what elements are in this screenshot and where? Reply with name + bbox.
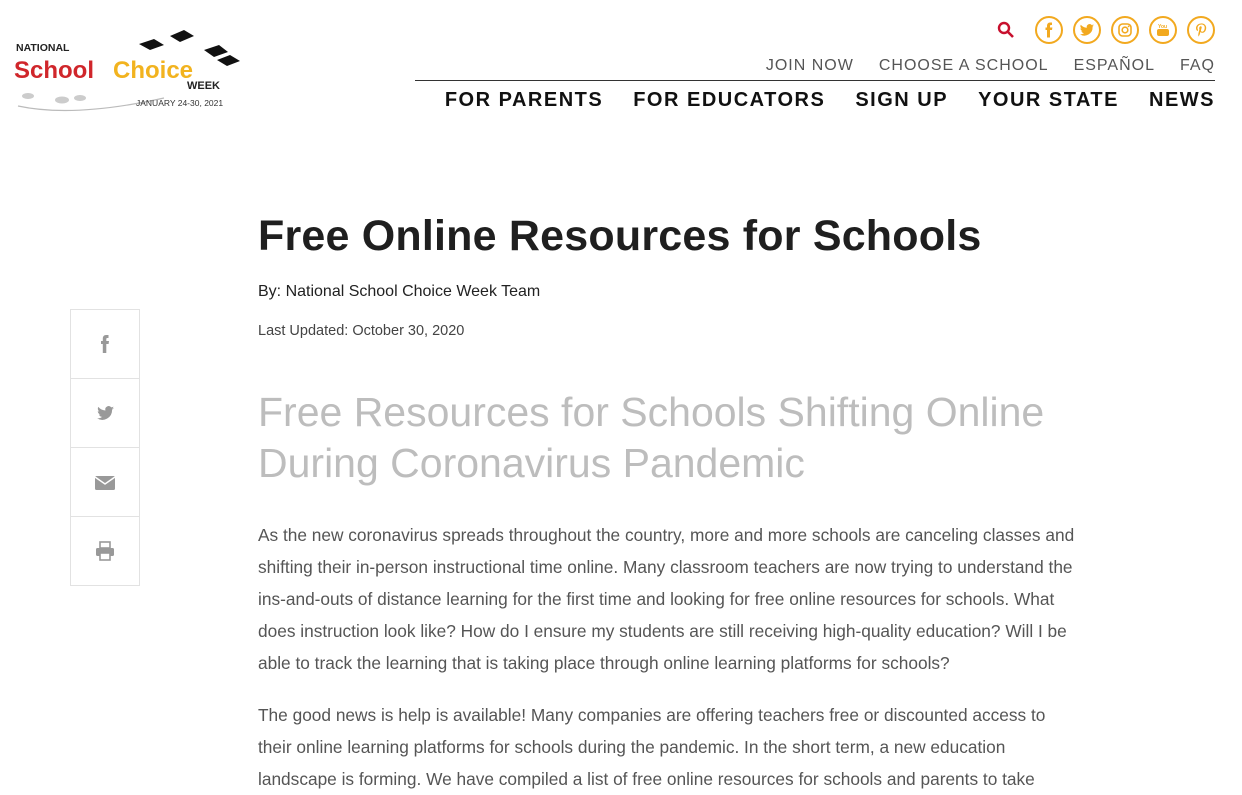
email-icon xyxy=(94,476,116,490)
nav-your-state[interactable]: YOUR STATE xyxy=(978,89,1119,112)
social-links: You xyxy=(997,16,1215,44)
svg-text:JANUARY 24-30, 2021: JANUARY 24-30, 2021 xyxy=(136,98,223,108)
twitter-icon[interactable] xyxy=(1073,16,1101,44)
last-updated: Last Updated: October 30, 2020 xyxy=(258,323,465,339)
page-title: Free Online Resources for Schools xyxy=(258,212,982,260)
share-facebook-button[interactable] xyxy=(70,309,140,379)
article-subtitle: Free Resources for Schools Shifting Onli… xyxy=(258,389,1045,486)
pinterest-icon[interactable] xyxy=(1187,16,1215,44)
share-twitter-button[interactable] xyxy=(70,378,140,448)
svg-text:School: School xyxy=(14,57,94,84)
instagram-icon[interactable] xyxy=(1111,16,1139,44)
youtube-icon[interactable]: You xyxy=(1149,16,1177,44)
main-nav: FOR PARENTS FOR EDUCATORS SIGN UP YOUR S… xyxy=(445,89,1215,112)
article: Free Online Resources for Schools By: Na… xyxy=(258,210,1098,795)
nav-faq[interactable]: FAQ xyxy=(1180,57,1215,75)
nav-sign-up[interactable]: SIGN UP xyxy=(855,89,948,112)
share-email-button[interactable] xyxy=(70,447,140,517)
twitter-icon xyxy=(97,406,114,420)
nav-join-now[interactable]: JOIN NOW xyxy=(766,57,854,75)
nav-for-parents[interactable]: FOR PARENTS xyxy=(445,89,603,112)
search-icon[interactable] xyxy=(997,21,1015,39)
article-byline: By: National School Choice Week Team xyxy=(258,283,541,300)
svg-text:You: You xyxy=(1158,24,1167,30)
nav-news[interactable]: NEWS xyxy=(1149,89,1215,112)
nav-choose-a-school[interactable]: CHOOSE A SCHOOL xyxy=(879,57,1049,75)
article-paragraph: The good news is help is available! Many… xyxy=(258,705,1046,789)
print-button[interactable] xyxy=(70,516,140,586)
svg-text:NATIONAL: NATIONAL xyxy=(16,42,70,54)
print-icon xyxy=(96,541,114,561)
svg-text:WEEK: WEEK xyxy=(187,80,220,92)
nav-espanol[interactable]: ESPAÑOL xyxy=(1074,57,1155,75)
school-choice-week-logo: NATIONAL School Choice WEEK JANUARY 24-3… xyxy=(14,30,240,112)
facebook-icon[interactable] xyxy=(1035,16,1063,44)
share-rail xyxy=(70,309,140,586)
utility-nav: JOIN NOW CHOOSE A SCHOOL ESPAÑOL FAQ xyxy=(766,57,1215,75)
svg-text:Choice: Choice xyxy=(113,57,193,84)
article-paragraph: As the new coronavirus spreads throughou… xyxy=(258,525,1075,673)
site-logo[interactable]: NATIONAL School Choice WEEK JANUARY 24-3… xyxy=(14,26,249,116)
facebook-icon xyxy=(101,335,109,353)
nav-divider xyxy=(415,80,1215,81)
nav-for-educators[interactable]: FOR EDUCATORS xyxy=(633,89,825,112)
